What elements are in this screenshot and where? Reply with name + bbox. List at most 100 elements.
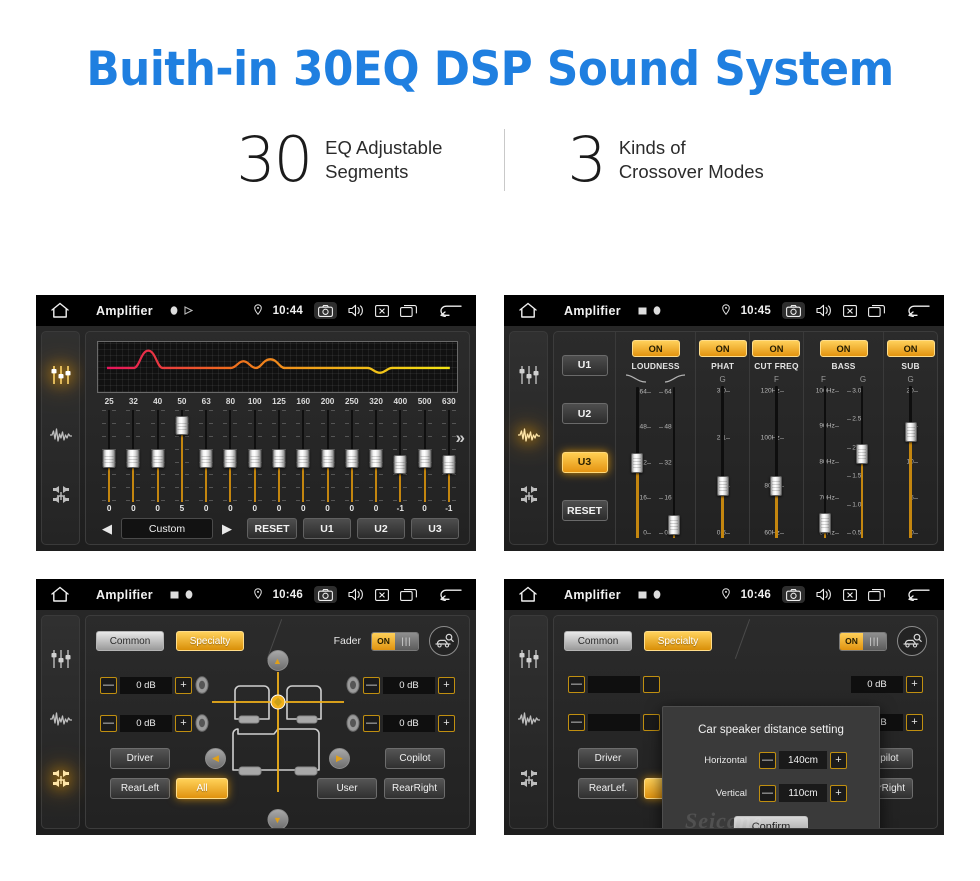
chevron-right-icon[interactable]: » [456,428,465,448]
equalizer-icon[interactable] [50,365,72,390]
level-stepper-rear-left[interactable]: — 0 dB + [100,714,209,732]
eq-slider-track[interactable] [102,410,117,502]
eq-slider-knob[interactable] [345,448,359,468]
home-icon[interactable] [50,302,70,319]
camera-icon[interactable] [314,586,337,603]
eq-slider-track[interactable] [223,410,238,502]
minus-button[interactable]: — [568,676,585,693]
recents-icon[interactable] [868,304,885,317]
preset-u2-button[interactable]: U2 [357,518,405,539]
plus-button[interactable]: + [438,676,455,694]
recents-icon[interactable] [868,588,885,601]
eq-slider-knob[interactable] [199,448,213,468]
equalizer-icon[interactable] [518,365,540,390]
plus-button[interactable] [643,714,660,731]
toggle-loudness[interactable]: ON [631,340,680,357]
plus-button[interactable]: + [175,714,192,732]
eq-slider[interactable] [267,410,291,502]
back-icon[interactable] [908,304,930,317]
eq-slider-track[interactable] [199,410,214,502]
eq-slider-knob[interactable] [272,448,286,468]
crossover-slider[interactable]: 644832160 [620,387,655,538]
close-icon[interactable] [375,588,389,601]
balance-icon[interactable] [50,485,72,512]
waveform-icon[interactable] [517,711,541,732]
level-stepper-front-right[interactable]: — 0 dB + [346,676,455,694]
preset-u1-button[interactable]: U1 [561,354,608,376]
car-seat-icon[interactable] [897,626,927,656]
minus-button[interactable]: — [100,714,117,732]
toggle-bass[interactable]: ON [819,340,868,357]
eq-slider[interactable] [218,410,242,502]
level-stepper-front-right[interactable]: 0 dB + [851,676,923,693]
horizontal-stepper[interactable]: — 140cm + [759,751,847,769]
eq-slider-knob[interactable] [418,448,432,468]
vertical-stepper[interactable]: — 110cm + [759,784,847,802]
reset-button[interactable]: RESET [247,518,297,539]
eq-slider-knob[interactable] [369,448,383,468]
eq-slider-knob[interactable] [223,448,237,468]
slider-track[interactable] [770,386,783,538]
seat-button-rearright[interactable]: RearRight [383,778,445,799]
seat-button-copilot[interactable]: Copilot [385,748,445,769]
crossover-slider[interactable]: 100Hz90Hz80Hz70Hz60Hz [808,386,843,538]
close-icon[interactable] [375,304,389,317]
slider-knob[interactable] [716,475,729,496]
eq-slider-knob[interactable] [321,448,335,468]
nav-up-button[interactable]: ▲ [267,650,288,671]
eq-slider[interactable] [170,410,194,502]
plus-button[interactable]: + [830,751,847,769]
eq-slider-track[interactable] [247,410,262,502]
eq-slider[interactable] [412,410,436,502]
nav-right-button[interactable]: ▶ [329,748,350,769]
seat-button-rearleft[interactable]: RearLeft [110,778,170,799]
eq-slider[interactable] [243,410,267,502]
preset-u3-button[interactable]: U3 [411,518,459,539]
seat-button-driver[interactable]: Driver [110,748,170,769]
preset-next-button[interactable]: ▶ [219,522,235,535]
slider-track[interactable] [904,386,917,538]
eq-slider[interactable] [291,410,315,502]
volume-icon[interactable] [348,588,364,601]
eq-slider-knob[interactable] [151,448,165,468]
fader-toggle[interactable]: ON ||| [839,631,887,651]
preset-u3-button[interactable]: U3 [561,451,608,473]
eq-slider-track[interactable] [393,410,408,502]
seat-button-driver[interactable]: Driver [578,748,638,769]
eq-slider-knob[interactable] [296,448,310,468]
plus-button[interactable]: + [906,676,923,693]
seat-button-user[interactable]: User [317,778,377,799]
minus-button[interactable]: — [363,714,380,732]
eq-slider-knob[interactable] [393,455,407,475]
toggle-phat[interactable]: ON [698,340,747,357]
crossover-slider[interactable]: 20151050 [899,386,921,538]
plus-button[interactable] [643,676,660,693]
eq-slider-track[interactable] [271,410,286,502]
slider-track[interactable] [716,386,729,538]
eq-slider-bank[interactable] [97,410,461,502]
minus-button[interactable]: — [568,714,585,731]
slider-knob[interactable] [667,514,680,535]
slider-track[interactable] [855,386,868,538]
equalizer-icon[interactable] [50,649,72,674]
eq-slider-track[interactable] [126,410,141,502]
balance-icon[interactable] [50,769,72,796]
tab-specialty[interactable]: Specialty [644,631,712,651]
back-icon[interactable] [440,304,462,317]
level-stepper-front-left[interactable]: — [568,676,660,693]
level-stepper-front-left[interactable]: — 0 dB + [100,676,209,694]
plus-button[interactable]: + [175,676,192,694]
tab-specialty[interactable]: Specialty [176,631,244,651]
slider-knob[interactable] [904,422,917,443]
camera-icon[interactable] [314,302,337,319]
eq-slider[interactable] [388,410,412,502]
car-seat-icon[interactable] [429,626,459,656]
eq-slider-knob[interactable] [442,455,456,475]
seat-button-rearleft[interactable]: RearLef. [578,778,638,799]
recents-icon[interactable] [400,304,417,317]
eq-slider-track[interactable] [174,410,189,502]
eq-slider[interactable] [121,410,145,502]
crossover-slider[interactable]: 120Hz100Hz80Hz60Hz [761,386,787,538]
eq-slider[interactable] [315,410,339,502]
back-icon[interactable] [440,588,462,601]
